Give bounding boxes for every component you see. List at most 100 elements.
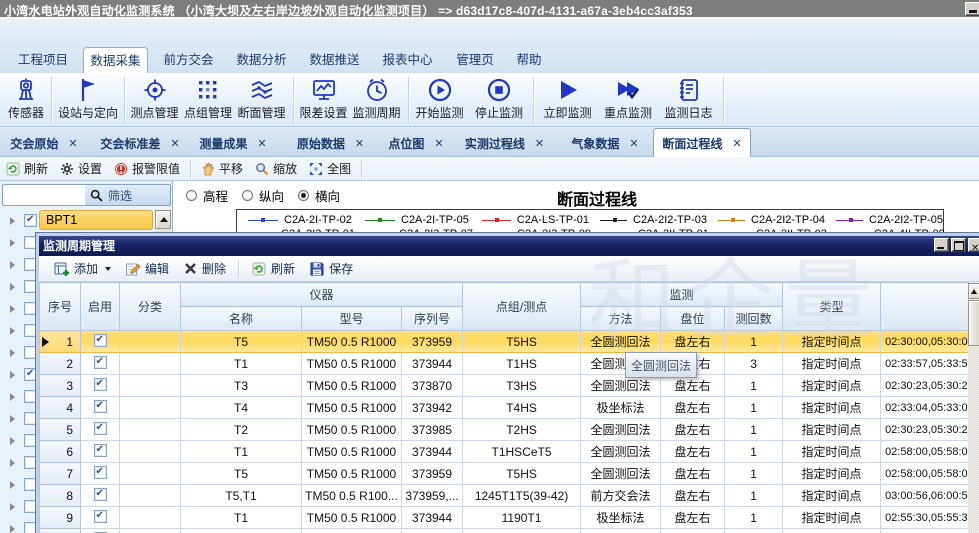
cell-type[interactable] [782, 528, 882, 533]
expander-icon[interactable] [10, 503, 15, 511]
edit-button[interactable]: 编辑 [118, 258, 176, 280]
cell-category[interactable] [119, 506, 181, 529]
settings-button[interactable]: 设置 [54, 158, 108, 180]
menu-tab[interactable]: 帮助 [509, 47, 549, 73]
document-tab[interactable]: 点位图 ✕ [378, 130, 454, 157]
cell-name[interactable]: T1 [180, 506, 302, 529]
menu-tab[interactable]: 工程项目 [10, 47, 76, 73]
document-tab[interactable]: 测量成果 ✕ [188, 130, 278, 157]
table-row[interactable]: 6 T1 TM50 0.5 R1000 373944 T1HSCeT5 全圆测回… [39, 440, 970, 463]
cell-model[interactable] [301, 528, 402, 533]
column-header-model[interactable]: 型号 [301, 306, 402, 331]
cell-seq[interactable]: 7 [39, 462, 81, 485]
cell-face[interactable]: 盘左右 [660, 484, 726, 507]
cell-type[interactable]: 指定时间点 [782, 440, 882, 463]
delete-button[interactable]: 删除 [176, 258, 233, 280]
cell-enabled[interactable] [80, 330, 120, 353]
cell-name[interactable]: T4 [180, 396, 302, 419]
document-tab[interactable]: 断面过程线 ✕ [653, 128, 751, 157]
cell-time[interactable]: 02:58:00,05:58:0 [880, 462, 970, 485]
cell-cycles[interactable]: 1 [724, 484, 784, 507]
cell-type[interactable]: 指定时间点 [782, 396, 882, 419]
expander-icon[interactable] [10, 525, 15, 533]
cell-pointgroup[interactable]: T4HS [462, 396, 582, 419]
column-header-time[interactable] [880, 282, 970, 331]
cell-cycles[interactable]: 3 [724, 352, 784, 375]
column-header-pointgroup[interactable]: 点组/测点 [462, 282, 582, 331]
cell-type[interactable]: 指定时间点 [782, 418, 882, 441]
expander-icon[interactable] [10, 239, 15, 247]
column-header-name[interactable]: 名称 [180, 306, 302, 331]
add-button[interactable]: 添加 [47, 258, 118, 280]
cell-pointgroup[interactable]: T2HS [462, 418, 582, 441]
cell-type[interactable]: 指定时间点 [782, 374, 882, 397]
table-row[interactable]: 4 T4 TM50 0.5 R1000 373942 T4HS 极坐标法 盘左右… [39, 396, 970, 419]
table-row[interactable]: 8 T5,T1 TM50 0.5 R100... 373959,... 1245… [39, 484, 970, 507]
ribbon-button-key[interactable]: 重点监测 [600, 75, 656, 125]
cell-pointgroup[interactable]: T5HS [462, 462, 582, 485]
cell-serial[interactable] [400, 528, 464, 533]
close-tab-icon[interactable]: ✕ [434, 137, 443, 150]
cell-serial[interactable]: 373944 [400, 352, 464, 375]
ribbon-button-sensor[interactable]: 传感器 [2, 75, 50, 125]
menu-tab[interactable]: 管理页 [449, 47, 501, 73]
cell-time[interactable]: 02:30:00,05:30:0 [880, 330, 970, 353]
close-tab-icon[interactable]: ✕ [355, 137, 364, 150]
column-header-type[interactable]: 类型 [782, 282, 882, 331]
cell-method[interactable] [580, 528, 662, 533]
cell-method[interactable]: 极坐标法 [580, 396, 662, 419]
cell-model[interactable]: TM50 0.5 R1000 [301, 396, 402, 419]
ribbon-button-log[interactable]: 监测日志 [660, 75, 717, 125]
row-checkbox[interactable] [93, 487, 107, 501]
radio-option[interactable]: 纵向 [242, 186, 284, 205]
cell-type[interactable]: 指定时间点 [782, 330, 882, 353]
cell-seq[interactable]: 6 [39, 440, 81, 463]
cell-face[interactable] [660, 528, 726, 533]
cell-type[interactable]: 指定时间点 [782, 462, 882, 485]
cell-seq[interactable]: 4 [39, 396, 81, 419]
cell-face[interactable]: 盘左右 [660, 506, 726, 529]
cell-time[interactable]: 03:00:56,06:00:5 [880, 484, 970, 507]
cell-enabled[interactable] [80, 506, 120, 529]
column-header-method[interactable]: 方法 [580, 306, 662, 331]
cell-name[interactable]: T2 [180, 418, 302, 441]
cell-category[interactable] [119, 440, 181, 463]
expander-icon[interactable] [10, 327, 15, 335]
alarm-limit-button[interactable]: 报警限值 [108, 158, 186, 180]
column-header-enabled[interactable]: 启用 [80, 282, 120, 331]
cell-model[interactable]: TM50 0.5 R1000 [301, 352, 402, 375]
cell-face[interactable]: 盘左右 [660, 440, 726, 463]
cell-name[interactable]: T5 [180, 462, 302, 485]
expander-icon[interactable] [10, 437, 15, 445]
cell-model[interactable]: TM50 0.5 R1000 [301, 418, 402, 441]
column-group-monitor[interactable]: 监测 [580, 282, 784, 307]
cell-type[interactable]: 指定时间点 [782, 506, 882, 529]
ribbon-button-points[interactable]: 测点管理 [127, 75, 182, 125]
ribbon-button-pointgroups[interactable]: 点组管理 [180, 75, 236, 125]
cell-time[interactable] [880, 528, 970, 533]
cell-name[interactable]: T5,T1 [180, 484, 302, 507]
save-button[interactable]: 保存 [302, 258, 360, 280]
cell-enabled[interactable] [80, 484, 120, 507]
close-tab-icon[interactable]: ✕ [257, 137, 266, 150]
cell-cycles[interactable]: 1 [724, 374, 784, 397]
cell-serial[interactable]: 373942 [400, 396, 464, 419]
cell-method[interactable]: 极坐标法 [580, 506, 662, 529]
cell-model[interactable]: TM50 0.5 R1000 [301, 462, 402, 485]
cell-enabled[interactable] [80, 418, 120, 441]
table-row[interactable]: 5 T2 TM50 0.5 R1000 373985 T2HS 全圆测回法 盘左… [39, 418, 970, 441]
row-checkbox[interactable] [93, 399, 107, 413]
cell-pointgroup[interactable] [462, 528, 582, 533]
cell-serial[interactable]: 373944 [400, 440, 464, 463]
cell-cycles[interactable]: 1 [724, 440, 784, 463]
scroll-up-icon[interactable] [968, 283, 979, 299]
cell-cycles[interactable]: 1 [724, 396, 784, 419]
row-checkbox[interactable] [93, 377, 107, 391]
cell-name[interactable]: T3 [180, 374, 302, 397]
document-tab[interactable]: 原始数据 ✕ [287, 130, 374, 157]
dialog-maximize-button[interactable] [951, 238, 966, 252]
minimize-button[interactable] [965, 2, 979, 16]
table-row[interactable] [39, 528, 970, 533]
cell-pointgroup[interactable]: T1HS [462, 352, 582, 375]
cell-enabled[interactable] [80, 352, 120, 375]
